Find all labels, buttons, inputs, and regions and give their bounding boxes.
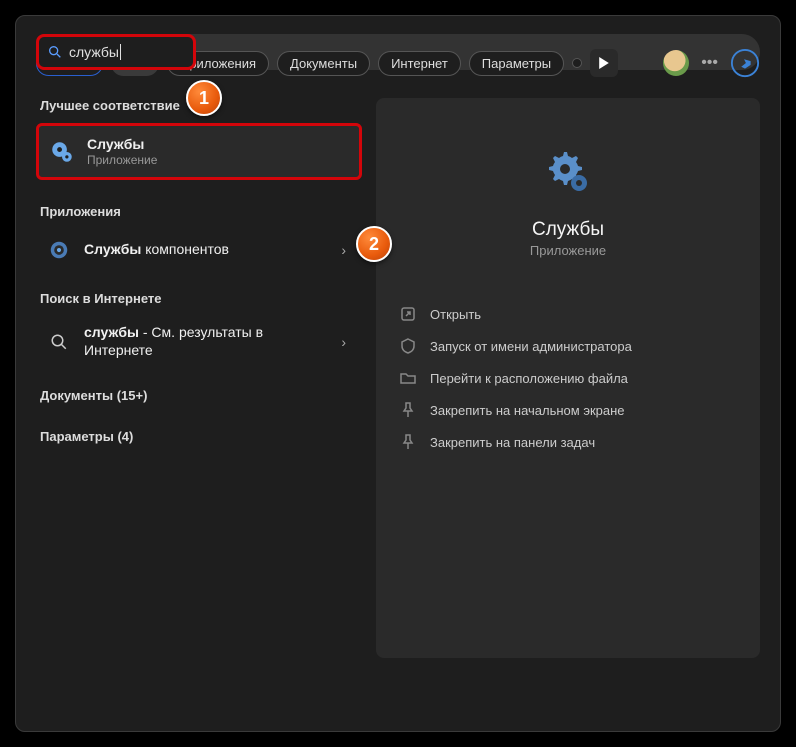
web-result-text: службы - См. результаты в Интернете [84,324,335,360]
action-list: Открыть Запуск от имени администратора П… [400,298,736,458]
more-menu[interactable]: ••• [697,54,722,72]
action-pin-taskbar-label: Закрепить на панели задач [430,435,595,450]
annotation-1: 1 [186,80,222,116]
filter-internet[interactable]: Интернет [378,51,461,76]
chevron-right-icon: › [335,334,352,350]
action-run-admin-label: Запуск от имени администратора [430,339,632,354]
filter-documents[interactable]: Документы [277,51,370,76]
services-large-icon [544,148,592,196]
action-run-admin[interactable]: Запуск от имени администратора [400,330,736,362]
action-file-location-label: Перейти к расположению файла [430,371,628,386]
results-column: Лучшее соответствие Службы Приложение Пр… [36,98,362,658]
user-avatar[interactable] [663,50,689,76]
filter-more-partial[interactable] [572,58,582,68]
detail-title: Службы [400,219,736,241]
play-button[interactable] [590,49,618,77]
web-header: Поиск в Интернете [36,291,362,306]
search-input-highlight[interactable]: службы [36,34,196,70]
detail-panel: Службы Приложение Открыть Запуск от имен… [376,98,760,658]
best-match-item[interactable]: Службы Приложение [36,123,362,180]
action-pin-start-label: Закрепить на начальном экране [430,403,625,418]
best-match-text: Службы Приложение [87,136,349,167]
action-pin-start[interactable]: Закрепить на начальном экране [400,394,736,426]
pin-icon [400,402,416,418]
documents-header[interactable]: Документы (15+) [36,388,362,403]
detail-subtitle: Приложение [400,243,736,258]
action-open[interactable]: Открыть [400,298,736,330]
action-file-location[interactable]: Перейти к расположению файла [400,362,736,394]
component-services-icon [46,237,72,263]
main-area: Лучшее соответствие Службы Приложение Пр… [36,98,760,658]
app-result-text: Службы компонентов [84,241,335,259]
action-pin-taskbar[interactable]: Закрепить на панели задач [400,426,736,458]
search-window: службы Чат Все Приложения Документы Инте… [15,15,781,732]
bing-icon[interactable] [730,48,760,78]
filter-parameters[interactable]: Параметры [469,51,564,76]
parameters-header[interactable]: Параметры (4) [36,429,362,444]
chevron-right-icon: › [335,242,352,258]
web-search-icon [46,329,72,355]
action-open-label: Открыть [430,307,481,322]
detail-header: Службы Приложение [400,128,736,258]
apps-header: Приложения [36,204,362,219]
pin-icon [400,434,416,450]
best-match-title: Службы [87,136,349,152]
search-icon [47,44,63,60]
admin-icon [400,338,416,354]
play-icon [598,57,610,69]
open-icon [400,306,416,322]
annotation-2: 2 [356,226,392,262]
web-result-item[interactable]: службы - См. результаты в Интернете › [36,316,362,368]
services-icon [49,139,75,165]
search-input-text: службы [69,44,121,60]
app-result-item[interactable]: Службы компонентов › [36,229,362,271]
folder-icon [400,370,416,386]
best-match-subtitle: Приложение [87,153,349,167]
